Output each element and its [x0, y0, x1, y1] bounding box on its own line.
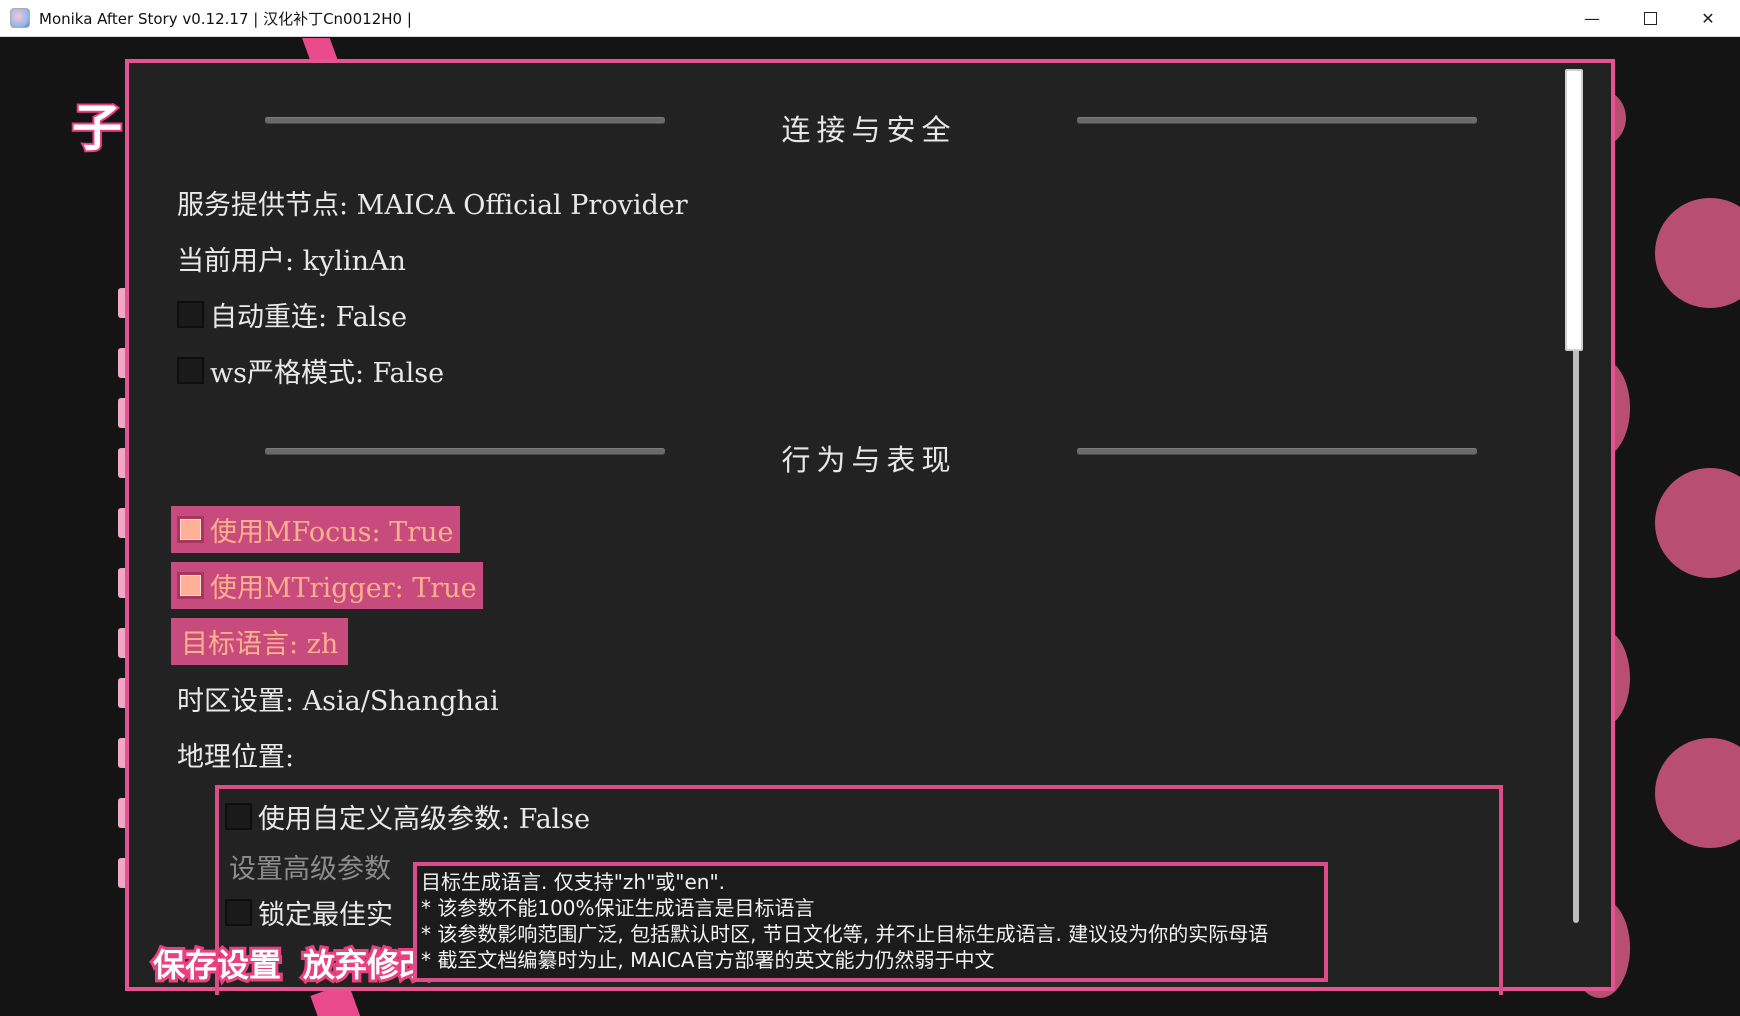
- app-icon: [10, 8, 30, 28]
- user-label: 当前用户: kylinAn: [177, 246, 406, 277]
- lock-best-checkbox[interactable]: [225, 899, 252, 926]
- tooltip-line: 目标生成语言. 仅支持"zh"或"en".: [421, 870, 726, 894]
- tooltip-line: * 该参数不能100%保证生成语言是目标语言: [421, 896, 815, 920]
- mfocus-toggle[interactable]: 使用MFocus: True: [171, 506, 460, 553]
- target-language-setting[interactable]: 目标语言: zh: [171, 618, 349, 665]
- section-title-behavior: 行为与表现: [781, 443, 957, 477]
- discard-changes-button[interactable]: 放弃修改: [300, 940, 434, 987]
- provider-setting[interactable]: 服务提供节点: MAICA Official Provider: [177, 183, 688, 222]
- close-button[interactable]: ✕: [1679, 0, 1737, 37]
- window-titlebar: Monika After Story v0.12.17 | 汉化补丁Cn0012…: [0, 0, 1740, 37]
- backdrop-dot: [1655, 468, 1740, 578]
- ws-strict-checkbox[interactable]: [177, 357, 204, 384]
- mtrigger-toggle[interactable]: 使用MTrigger: True: [171, 562, 483, 609]
- scrollbar-thumb[interactable]: [1565, 69, 1583, 351]
- minimize-button[interactable]: —: [1563, 0, 1621, 37]
- window-title: Monika After Story v0.12.17 | 汉化补丁Cn0012…: [39, 9, 412, 28]
- section-divider: [1077, 449, 1477, 454]
- tooltip-line: * 截至文档编纂时为止, MAICA官方部署的英文能力仍然弱于中文: [421, 948, 995, 972]
- section-title-connection: 连接与安全: [781, 113, 957, 147]
- mtrigger-checkbox[interactable]: [177, 572, 204, 599]
- user-setting[interactable]: 当前用户: kylinAn: [177, 239, 406, 278]
- set-params-label: 设置高级参数: [229, 854, 391, 885]
- provider-label: 服务提供节点: MAICA Official Provider: [177, 190, 688, 221]
- backdrop-dot: [1655, 738, 1740, 848]
- close-icon: ✕: [1701, 9, 1715, 28]
- mfocus-label: 使用MFocus: True: [210, 517, 454, 548]
- tooltip: 目标生成语言. 仅支持"zh"或"en". * 该参数不能100%保证生成语言是…: [413, 862, 1328, 982]
- set-params-button[interactable]: 设置高级参数: [229, 847, 391, 886]
- use-custom-params-label: 使用自定义高级参数: False: [258, 804, 591, 835]
- auto-reconnect-checkbox[interactable]: [177, 301, 204, 328]
- target-language-label: 目标语言: zh: [181, 629, 339, 660]
- timezone-setting[interactable]: 时区设置: Asia/Shanghai: [177, 679, 499, 718]
- use-custom-params-checkbox[interactable]: [225, 803, 252, 830]
- lock-best-label: 锁定最佳实: [258, 900, 393, 931]
- location-label: 地理位置:: [177, 742, 295, 773]
- lock-best-toggle[interactable]: 锁定最佳实: [225, 893, 393, 932]
- section-divider: [265, 449, 665, 454]
- settings-panel: 连接与安全 服务提供节点: MAICA Official Provider 当前…: [125, 59, 1615, 995]
- tooltip-line: * 该参数影响范围广泛, 包括默认时区, 节日文化等, 并不止目标生成语言. 建…: [421, 922, 1269, 946]
- ws-strict-label: ws严格模式: False: [210, 358, 445, 389]
- ws-strict-toggle[interactable]: ws严格模式: False: [177, 351, 444, 390]
- auto-reconnect-label: 自动重连: False: [210, 302, 408, 333]
- maximize-icon: [1643, 12, 1657, 25]
- minimize-icon: —: [1584, 9, 1600, 28]
- auto-reconnect-toggle[interactable]: 自动重连: False: [177, 295, 407, 334]
- save-settings-button[interactable]: 保存设置: [150, 940, 284, 987]
- backdrop-dot: [1655, 198, 1740, 308]
- timezone-label: 时区设置: Asia/Shanghai: [177, 686, 499, 717]
- mtrigger-label: 使用MTrigger: True: [210, 573, 477, 604]
- side-glyph: 子: [70, 97, 124, 159]
- scrollbar-track[interactable]: [1573, 343, 1579, 923]
- section-divider: [1077, 118, 1477, 123]
- section-divider: [265, 118, 665, 123]
- mfocus-checkbox[interactable]: [177, 516, 204, 543]
- use-custom-params-toggle[interactable]: 使用自定义高级参数: False: [225, 797, 590, 836]
- maximize-button[interactable]: [1621, 0, 1679, 37]
- location-setting[interactable]: 地理位置:: [177, 735, 294, 774]
